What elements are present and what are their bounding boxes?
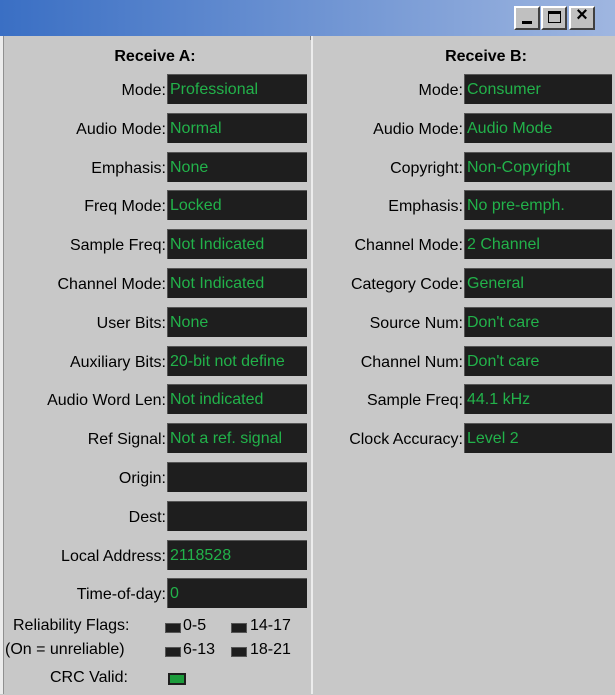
receive-a-field-row: Emphasis: None	[5, 151, 311, 184]
flag-indicator-14-17	[231, 623, 247, 633]
receive-a-field-label: User Bits:	[96, 314, 166, 332]
receive-a-field-row: Sample Freq: Not Indicated	[5, 229, 311, 261]
receive-a-field-value: Professional	[167, 74, 307, 104]
flag-indicator-0-5	[165, 623, 181, 633]
receive-b-field-row: Category Code: General	[316, 268, 615, 300]
receive-a-field-value: Locked	[167, 190, 307, 221]
receive-a-field-label: Channel Mode:	[57, 276, 166, 293]
receive-b-field-label: Audio Mode:	[373, 120, 463, 138]
receive-b-field-label: Emphasis:	[388, 198, 463, 216]
receive-a-field-value: 20-bit not define	[167, 345, 307, 376]
close-button[interactable]: ×	[569, 4, 595, 30]
reliability-flags-sublabel: (On = unreliable)	[5, 641, 125, 658]
receive-a-field-label: Time-of-day:	[76, 586, 166, 604]
receive-a-field-label: Auxiliary Bits:	[69, 353, 166, 371]
receive-b-field-value: 44.1 kHz	[464, 384, 612, 415]
maximize-icon	[548, 11, 561, 23]
receive-b-field-value: 2 Channel	[464, 229, 612, 260]
receive-a-field-row: Time-of-day: 0	[5, 578, 311, 610]
receive-b-field-value: No pre-emph.	[464, 190, 612, 221]
crc-valid-indicator	[168, 673, 186, 685]
reliability-flags: Reliability Flags: (On = unreliable) 0-5…	[5, 615, 311, 695]
flag-label-18-21: 18-21	[250, 641, 291, 658]
receive-a-field-value: Not indicated	[167, 384, 307, 415]
receive-a-field-value: Not Indicated	[167, 229, 307, 260]
window-left-border	[0, 36, 4, 694]
receive-a-field-row: Mode: Professional	[5, 74, 311, 106]
receive-b-panel: Receive B: Mode: Consumer Audio Mode: Audio…	[316, 40, 615, 694]
receive-a-field-row: Audio Word Len: Not indicated	[5, 384, 311, 416]
receive-a-field-label: Mode:	[121, 82, 166, 99]
receive-a-field-value: Not a ref. signal	[167, 423, 307, 454]
receive-a-field-value: 0	[167, 578, 307, 609]
receive-b-field-row: Copyright: Non-Copyright	[316, 151, 615, 184]
receive-a-field-label: Audio Mode:	[76, 120, 166, 138]
flag-indicator-18-21	[231, 647, 247, 657]
receive-a-field-label: Ref Signal:	[87, 431, 166, 449]
receive-b-field-row: Channel Num: Don't care	[316, 345, 615, 378]
receive-b-field-value: Audio Mode	[464, 112, 612, 143]
receive-b-field-value: Don't care	[464, 345, 612, 376]
receive-a-field-row: Channel Mode: Not Indicated	[5, 268, 311, 300]
receive-b-field-label: Channel Mode:	[354, 237, 463, 255]
receive-a-field-value	[167, 462, 307, 492]
receive-a-field-label: Origin:	[118, 470, 166, 487]
receive-b-field-label: Copyright:	[390, 159, 463, 177]
receive-b-title: Receive B:	[445, 48, 527, 65]
receive-a-field-value: Normal	[167, 112, 307, 143]
receive-a-field-row: User Bits: None	[5, 306, 311, 339]
receive-b-field-label: Channel Num:	[360, 353, 463, 371]
receive-b-field-label: Source Num:	[369, 314, 463, 332]
receive-a-field-row: Freq Mode: Locked	[5, 190, 311, 222]
receive-b-field-label: Mode:	[418, 82, 463, 99]
receive-b-field-row: Sample Freq: 44.1 kHz	[316, 384, 615, 416]
receive-b-field-row: Mode: Consumer	[316, 74, 615, 106]
receive-a-field-label: Audio Word Len:	[47, 392, 166, 410]
receive-b-field-label: Category Code:	[350, 276, 463, 293]
maximize-button[interactable]	[541, 6, 567, 30]
flag-indicator-6-13	[165, 647, 181, 657]
receive-a-field-row: Audio Mode: Normal	[5, 112, 311, 145]
receive-b-field-label: Clock Accuracy:	[349, 431, 463, 449]
receive-a-field-label: Dest:	[128, 508, 166, 526]
flag-label-14-17: 14-17	[250, 617, 291, 634]
receive-a-field-value: Not Indicated	[167, 268, 307, 298]
receive-b-field-value: Consumer	[464, 74, 612, 104]
receive-a-field-row: Local Address: 2118528	[5, 539, 311, 572]
crc-valid-label: CRC Valid:	[50, 669, 128, 686]
receive-b-field-label: Sample Freq:	[366, 392, 463, 410]
receive-a-field-label: Local Address:	[61, 547, 166, 565]
reliability-flags-label: Reliability Flags:	[13, 617, 130, 634]
receive-b-field-row: Clock Accuracy: Level 2	[316, 423, 615, 455]
receive-a-field-row: Origin:	[5, 462, 311, 494]
receive-b-field-row: Channel Mode: 2 Channel	[316, 229, 615, 261]
close-icon: ×	[576, 4, 588, 26]
receive-a-field-value: 2118528	[167, 539, 307, 570]
receive-b-field-row: Emphasis: No pre-emph.	[316, 190, 615, 222]
receive-a-field-row: Dest:	[5, 500, 311, 533]
receive-b-field-value: Non-Copyright	[464, 151, 612, 182]
flag-label-6-13: 6-13	[183, 641, 216, 658]
receive-b-field-row: Source Num: Don't care	[316, 306, 615, 339]
receive-b-field-row: Audio Mode: Audio Mode	[316, 112, 615, 145]
receive-a-field-row: Ref Signal: Not a ref. signal	[5, 423, 311, 455]
flag-label-0-5: 0-5	[183, 617, 207, 634]
receive-b-field-value: Don't care	[464, 306, 612, 337]
receive-b-field-value: General	[464, 268, 612, 298]
receive-a-field-label: Sample Freq:	[69, 237, 166, 255]
minimize-icon	[522, 21, 532, 24]
receive-a-field-label: Emphasis:	[91, 159, 166, 177]
receive-a-field-label: Freq Mode:	[84, 198, 166, 216]
receive-a-title: Receive A:	[114, 48, 196, 65]
title-bar: ×	[0, 0, 615, 36]
minimize-button[interactable]	[514, 6, 540, 30]
receive-a-panel: Receive A: Mode: Professional Audio Mode: N…	[5, 40, 311, 694]
receive-a-field-value: None	[167, 151, 307, 182]
receive-a-field-row: Auxiliary Bits: 20-bit not define	[5, 345, 311, 378]
receive-a-field-value: None	[167, 306, 307, 337]
receive-a-field-value	[167, 500, 307, 531]
receive-b-field-value: Level 2	[464, 423, 612, 454]
